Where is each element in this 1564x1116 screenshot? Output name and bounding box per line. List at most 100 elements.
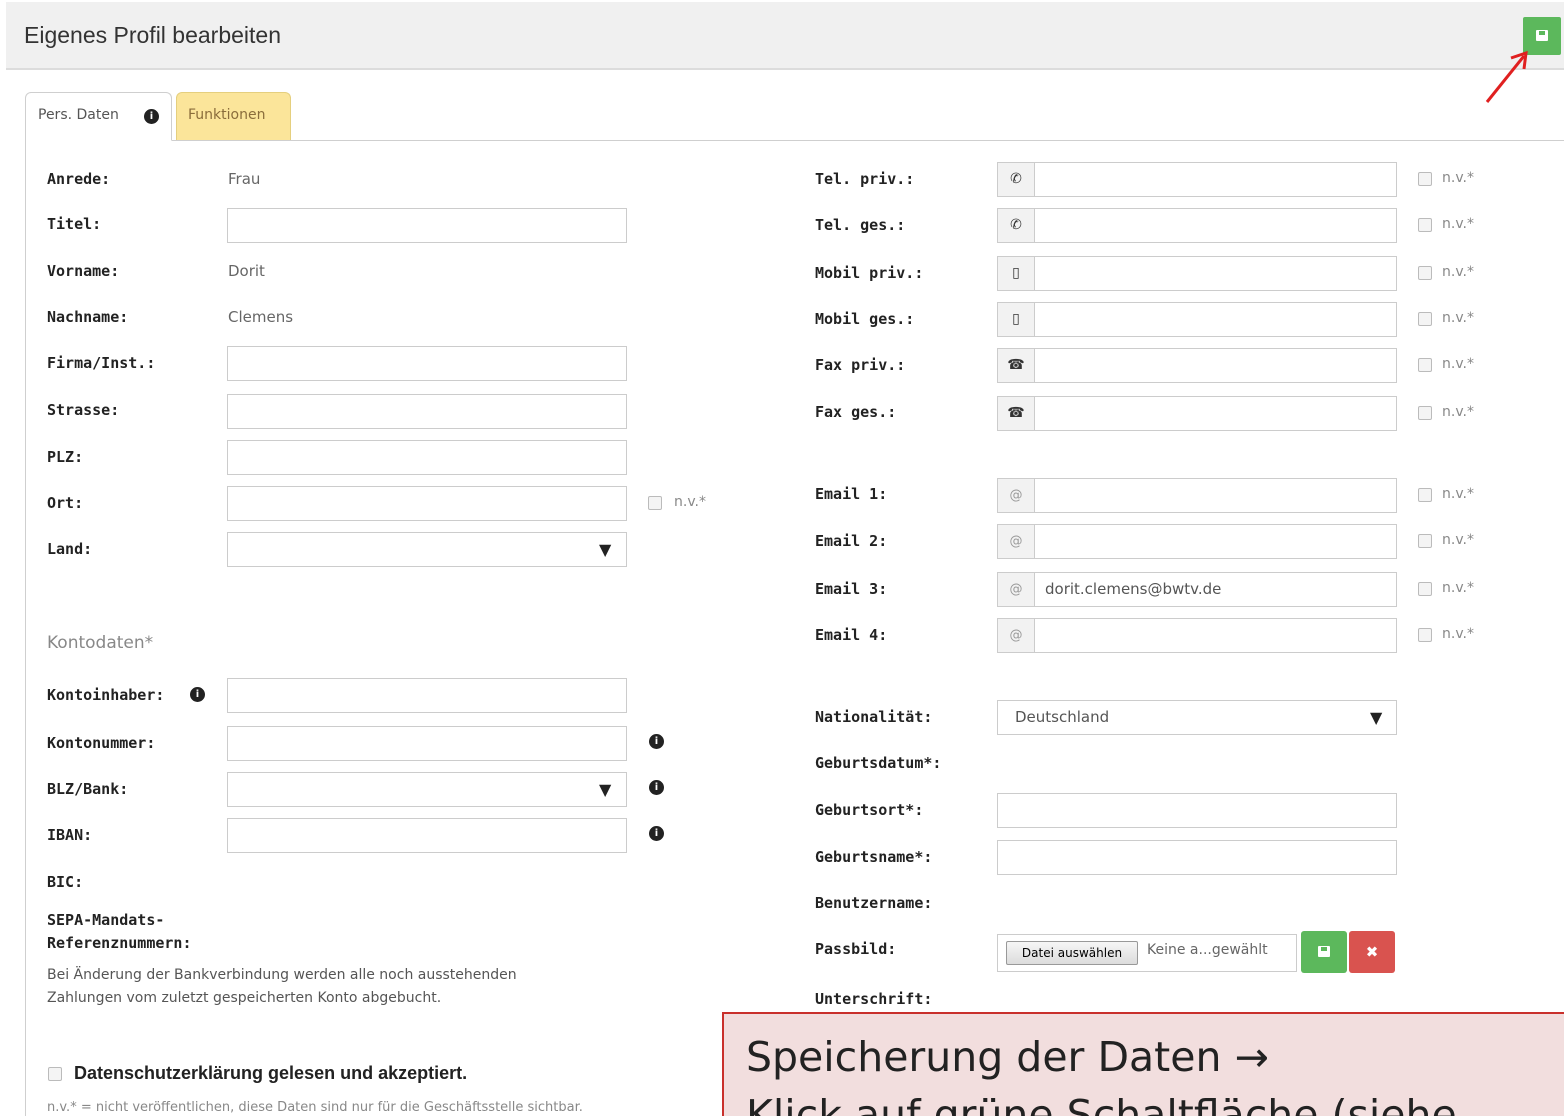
iban-input[interactable]	[227, 818, 627, 853]
strasse-label: Strasse:	[47, 401, 120, 419]
kontonummer-info-icon[interactable]: i	[649, 734, 664, 749]
email1-input[interactable]	[1034, 478, 1397, 513]
remove-image-button[interactable]: ✖	[1349, 931, 1395, 973]
email1-nv-label: n.v.*	[1442, 486, 1474, 502]
titel-input[interactable]	[227, 208, 627, 243]
benutzername-label: Benutzername:	[815, 894, 933, 912]
file-status-text: Keine a...gewählt	[1147, 942, 1268, 958]
at-icon: @	[997, 572, 1035, 607]
email4-input[interactable]	[1034, 618, 1397, 653]
tab-pers-daten-label: Pers. Daten	[38, 107, 119, 123]
tab-funktionen[interactable]: Funktionen	[176, 92, 291, 140]
save-icon	[1318, 946, 1330, 957]
geburtsdatum-label: Geburtsdatum*:	[815, 754, 942, 772]
callout-text: Speicherung der Daten → Klick auf grüne …	[746, 1028, 1457, 1116]
mobil-priv-label: Mobil priv.:	[815, 264, 924, 282]
fax-ges-nv-label: n.v.*	[1442, 404, 1474, 420]
kontoinhaber-label: Kontoinhaber:	[47, 686, 165, 704]
email2-nv-label: n.v.*	[1442, 532, 1474, 548]
email4-nv-checkbox[interactable]	[1418, 628, 1432, 642]
ort-label: Ort:	[47, 494, 84, 512]
tel-ges-nv-checkbox[interactable]	[1418, 218, 1432, 232]
blz-label: BLZ/Bank:	[47, 780, 129, 798]
privacy-label: Datenschutzerklärung gelesen und akzepti…	[74, 1063, 468, 1083]
mobil-priv-input[interactable]	[1034, 256, 1397, 291]
bic-label: BIC:	[47, 873, 84, 891]
callout-line2: Klick auf grüne Schaltfläche (siehe	[746, 1091, 1457, 1116]
tab-bar: Pers. Daten i Funktionen	[25, 92, 1564, 141]
upload-save-button[interactable]	[1301, 931, 1347, 973]
plz-input[interactable]	[227, 440, 627, 475]
firma-input[interactable]	[227, 346, 627, 381]
info-icon[interactable]: i	[144, 109, 159, 124]
land-select[interactable]	[227, 532, 627, 567]
sepa-label-line1: SEPA-Mandats-	[47, 911, 165, 929]
file-select-button[interactable]: Datei auswählen	[1006, 941, 1138, 965]
tel-ges-nv-label: n.v.*	[1442, 216, 1474, 232]
geburtsname-label: Geburtsname*:	[815, 848, 933, 866]
fax-ges-label: Fax ges.:	[815, 403, 897, 421]
email3-label: Email 3:	[815, 580, 888, 598]
mobil-priv-nv-checkbox[interactable]	[1418, 266, 1432, 280]
blz-info-icon[interactable]: i	[649, 780, 664, 795]
email4-label: Email 4:	[815, 626, 888, 644]
kontoinhaber-info-icon[interactable]: i	[190, 687, 205, 702]
unterschrift-label: Unterschrift:	[815, 990, 933, 1008]
phone-icon: ✆	[997, 162, 1035, 197]
page-title: Eigenes Profil bearbeiten	[24, 22, 281, 48]
chevron-down-icon: ▼	[599, 540, 612, 559]
chevron-down-icon: ▼	[1370, 708, 1383, 727]
page-header: Eigenes Profil bearbeiten	[6, 2, 1564, 70]
tab-funktionen-label: Funktionen	[188, 107, 266, 123]
bank-change-note-line1: Bei Änderung der Bankverbindung werden a…	[47, 967, 517, 983]
strasse-input[interactable]	[227, 394, 627, 429]
email3-nv-label: n.v.*	[1442, 580, 1474, 596]
mobil-ges-nv-checkbox[interactable]	[1418, 312, 1432, 326]
vorname-label: Vorname:	[47, 262, 120, 280]
iban-info-icon[interactable]: i	[649, 826, 664, 841]
ort-nv-label: n.v.*	[674, 494, 706, 510]
tel-priv-label: Tel. priv.:	[815, 170, 915, 188]
email3-nv-checkbox[interactable]	[1418, 582, 1432, 596]
tel-ges-label: Tel. ges.:	[815, 216, 906, 234]
land-label: Land:	[47, 540, 93, 558]
privacy-checkbox[interactable]	[48, 1067, 62, 1081]
mobil-ges-input[interactable]	[1034, 302, 1397, 337]
geburtsort-input[interactable]	[997, 793, 1397, 828]
fax-priv-input[interactable]	[1034, 348, 1397, 383]
callout-line1: Speicherung der Daten →	[746, 1033, 1269, 1081]
blz-select[interactable]	[227, 772, 627, 807]
ort-nv-checkbox[interactable]	[648, 496, 662, 510]
at-icon: @	[997, 478, 1035, 513]
geburtsname-input[interactable]	[997, 840, 1397, 875]
fax-ges-nv-checkbox[interactable]	[1418, 406, 1432, 420]
fax-priv-label: Fax priv.:	[815, 356, 906, 374]
ort-input[interactable]	[227, 486, 627, 521]
kontodaten-heading: Kontodaten*	[47, 633, 154, 653]
email2-input[interactable]	[1034, 524, 1397, 559]
mobil-ges-label: Mobil ges.:	[815, 310, 915, 328]
tel-priv-input[interactable]	[1034, 162, 1397, 197]
tab-pers-daten[interactable]: Pers. Daten i	[25, 92, 172, 141]
instruction-callout: Speicherung der Daten → Klick auf grüne …	[722, 1012, 1564, 1116]
fax-priv-nv-label: n.v.*	[1442, 356, 1474, 372]
kontoinhaber-input[interactable]	[227, 678, 627, 713]
mobile-icon: ▯	[997, 302, 1035, 337]
fax-icon: ☎	[997, 396, 1035, 431]
save-icon	[1536, 30, 1548, 41]
tel-ges-input[interactable]	[1034, 208, 1397, 243]
email1-nv-checkbox[interactable]	[1418, 488, 1432, 502]
kontonummer-input[interactable]	[227, 726, 627, 761]
email2-nv-checkbox[interactable]	[1418, 534, 1432, 548]
fax-icon: ☎	[997, 348, 1035, 383]
tel-priv-nv-checkbox[interactable]	[1418, 172, 1432, 186]
email4-nv-label: n.v.*	[1442, 626, 1474, 642]
plz-label: PLZ:	[47, 448, 84, 466]
firma-label: Firma/Inst.:	[47, 354, 156, 372]
email3-input[interactable]: dorit.clemens@bwtv.de	[1034, 572, 1397, 607]
fax-priv-nv-checkbox[interactable]	[1418, 358, 1432, 372]
mobil-priv-nv-label: n.v.*	[1442, 264, 1474, 280]
fax-ges-input[interactable]	[1034, 396, 1397, 431]
bank-change-note-line2: Zahlungen vom zuletzt gespeicherten Kont…	[47, 990, 442, 1006]
nationalitaet-select[interactable]: Deutschland	[997, 700, 1397, 735]
